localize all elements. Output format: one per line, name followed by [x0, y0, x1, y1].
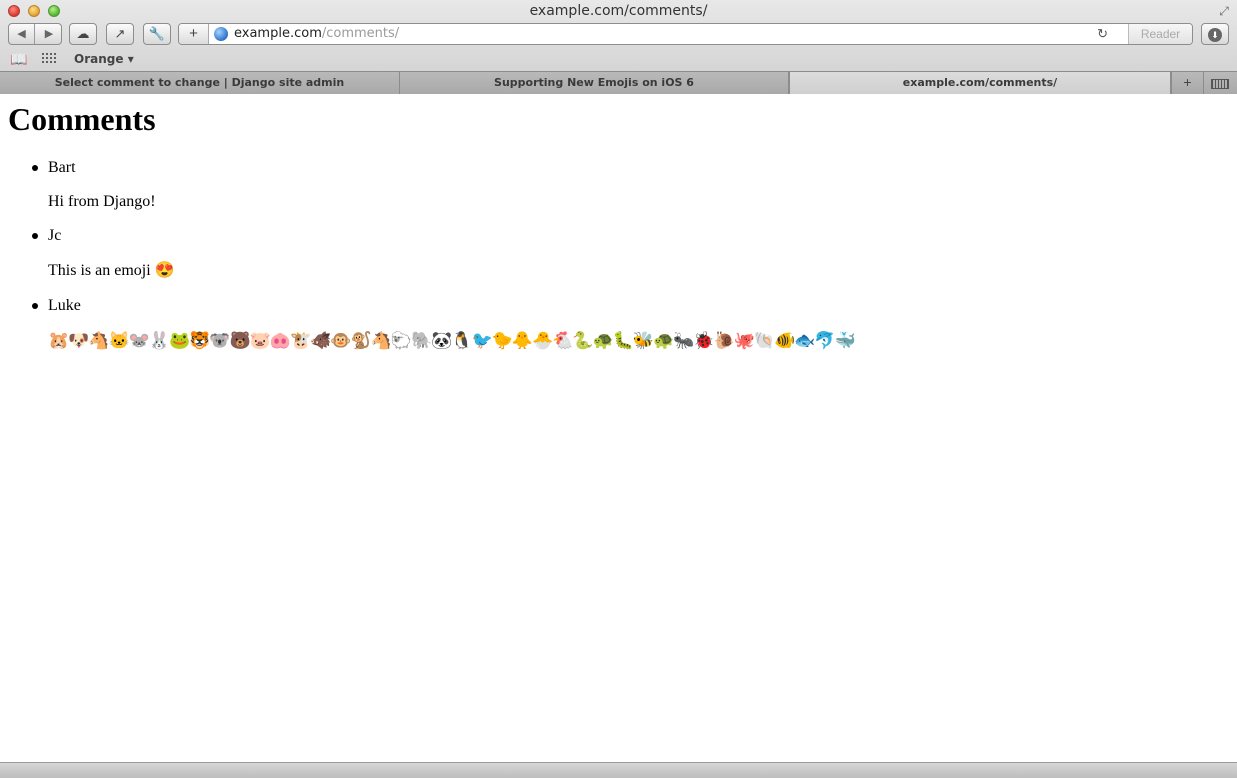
back-button[interactable]: ◀ — [9, 24, 35, 44]
comment-body: This is an emoji 😍 — [48, 262, 175, 279]
chevron-down-icon: ▾ — [127, 52, 134, 66]
share-button[interactable]: ↗ — [106, 23, 134, 45]
globe-icon — [214, 27, 228, 41]
window-title: example.com/comments/ — [529, 3, 708, 19]
address-bar[interactable]: + example.com/comments/ ↻ Reader — [178, 23, 1193, 45]
comment-author: Bart — [48, 158, 855, 178]
bookmark-folder-label: Orange — [74, 52, 124, 66]
status-bar — [0, 762, 1237, 778]
download-icon: ⬇ — [1208, 28, 1222, 42]
toolbar: ◀ ▶ ☁ ↗ 🔧 + example.com/comments/ ↻ Read… — [0, 23, 1237, 49]
bookmark-folder-orange[interactable]: Orange ▾ — [74, 52, 134, 66]
tab-django-admin[interactable]: Select comment to change | Django site a… — [0, 72, 400, 94]
settings-button[interactable]: 🔧 — [143, 23, 171, 45]
new-tab-button[interactable]: + — [1171, 72, 1204, 94]
tab-overview-icon[interactable] — [1208, 75, 1230, 91]
plus-icon: + — [1183, 74, 1192, 90]
comment-author: Jc — [48, 226, 855, 246]
add-bookmark-button[interactable]: + — [179, 24, 209, 44]
forward-button[interactable]: ▶ — [36, 24, 62, 44]
plus-icon: + — [189, 25, 198, 42]
list-item: Luke 🐹🐶🐴🐱🐭🐰🐸🐯🐨🐻🐷🐽🐮🐗🐵🐒🐴🐑🐘🐼🐧🐦🐤🐥🐣🐔🐍🐢🐛🐝🐢🐜🐞🐌🐙… — [48, 296, 856, 352]
cloud-icon: ☁ — [76, 26, 90, 41]
title-bar: example.com/comments/ ⤢ — [0, 0, 1237, 22]
tab-bar: Select comment to change | Django site a… — [0, 71, 1237, 94]
icloud-tabs-button[interactable]: ☁ — [69, 23, 97, 45]
comment-body: 🐹🐶🐴🐱🐭🐰🐸🐯🐨🐻🐷🐽🐮🐗🐵🐒🐴🐑🐘🐼🐧🐦🐤🐥🐣🐔🐍🐢🐛🐝🐢🐜🐞🐌🐙🐚🐠🐟🐬🐳 — [48, 331, 856, 350]
share-icon: ↗ — [114, 26, 126, 41]
top-sites-icon[interactable] — [41, 52, 57, 64]
browser-chrome: example.com/comments/ ⤢ ◀ ▶ ☁ ↗ 🔧 + exam… — [0, 0, 1237, 94]
back-forward-group: ◀ ▶ — [8, 23, 62, 45]
list-item: Bart Hi from Django! — [48, 158, 855, 212]
wrench-icon: 🔧 — [148, 26, 166, 41]
tab-comments-active[interactable]: example.com/comments/ — [789, 72, 1171, 94]
comment-list: Bart Hi from Django! Jc This is an emoji… — [48, 158, 856, 366]
reader-button[interactable]: Reader — [1128, 24, 1192, 44]
downloads-button[interactable]: ⬇ — [1201, 23, 1229, 45]
comment-body: Hi from Django! — [48, 193, 156, 210]
reading-list-icon[interactable]: 📖 — [10, 51, 27, 68]
list-item: Jc This is an emoji 😍 — [48, 226, 855, 282]
url-path: /comments/ — [321, 26, 400, 41]
page-content: Comments Bart Hi from Django! Jc This is… — [0, 95, 1237, 761]
page-title: Comments — [8, 101, 156, 137]
url-host: example.com — [234, 26, 322, 41]
fullscreen-icon[interactable]: ⤢ — [1217, 4, 1231, 18]
comment-author: Luke — [48, 296, 855, 316]
reload-icon[interactable]: ↻ — [1097, 26, 1108, 42]
bookmarks-bar: 📖 Orange ▾ — [0, 50, 1237, 70]
tab-ios-emojis[interactable]: Supporting New Emojis on iOS 6 — [400, 72, 789, 94]
url-text[interactable]: example.com/comments/ — [234, 26, 399, 41]
